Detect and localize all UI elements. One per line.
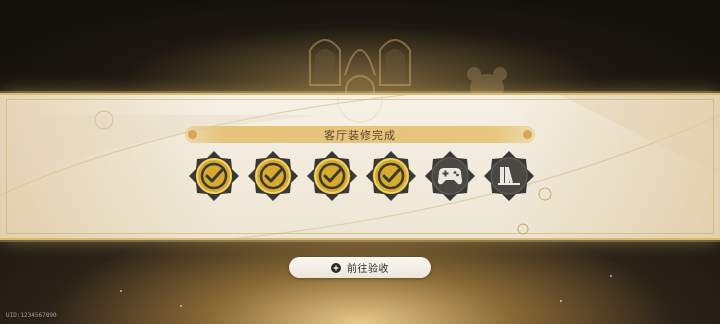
check-icon [248,151,298,201]
badge-row [0,150,720,206]
books-icon [484,151,534,201]
badge-locked-gamepad[interactable] [424,150,476,202]
check-icon [366,151,416,201]
go-inspect-label: 前往验收 [347,264,389,275]
sparkle [610,275,612,277]
uid-label: UID:1234567890 [6,312,57,319]
sparkle [560,300,562,302]
badge-completed-2[interactable] [247,150,299,202]
badge-locked-books[interactable] [483,150,535,202]
plus-circle-icon [331,262,341,273]
sparkle [120,290,122,292]
house-emblem-watermark [309,39,411,105]
check-icon [189,151,239,201]
go-inspect-button[interactable]: 前往验收 [289,257,431,278]
sparkle [180,305,182,307]
gamepad-icon [425,151,475,201]
badge-completed-3[interactable] [306,150,358,202]
panel-title: 客厅装修完成 [324,128,396,142]
check-icon [307,151,357,201]
title-ribbon: 客厅装修完成 [185,126,535,143]
badge-completed-1[interactable] [188,150,240,202]
badge-completed-4[interactable] [365,150,417,202]
